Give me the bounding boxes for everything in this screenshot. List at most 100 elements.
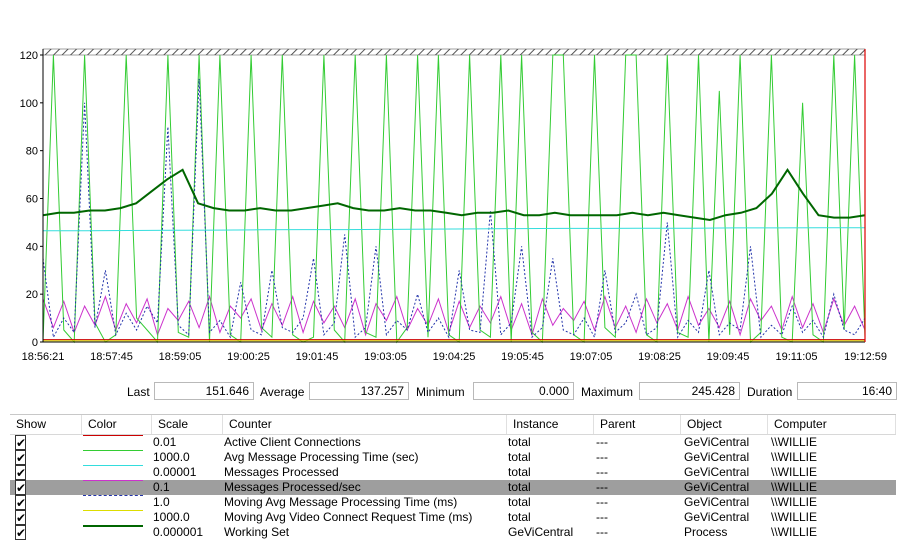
- legend-instance-cell: GeViCentral: [508, 525, 574, 539]
- color-swatch: [83, 450, 143, 466]
- legend-parent-cell: ---: [596, 450, 608, 464]
- legend-counter-cell: Working Set: [224, 525, 290, 539]
- legend-instance-cell: total: [508, 480, 531, 494]
- last-label: Last: [127, 385, 150, 399]
- legend-header: Show Color Scale Counter Instance Parent…: [10, 415, 896, 435]
- x-tick-label: 18:57:45: [90, 351, 133, 363]
- legend-scale-cell: 1000.0: [153, 450, 190, 464]
- legend-counter-cell: Messages Processed/sec: [224, 480, 361, 494]
- legend-counter-cell: Avg Message Processing Time (sec): [224, 450, 419, 464]
- legend-scale-cell: 0.01: [153, 435, 177, 449]
- col-counter[interactable]: Counter: [223, 415, 507, 434]
- x-ticks: 18:56:21 18:57:45 18:59:05 19:00:25 19:01:45…: [22, 351, 887, 363]
- show-checkbox[interactable]: ✔: [15, 495, 26, 510]
- legend-computer-cell: \\WILLIE: [771, 480, 818, 494]
- duration-label: Duration: [747, 385, 793, 399]
- y-tick-label: 80: [26, 146, 38, 158]
- x-tick-label: 19:01:45: [296, 351, 339, 363]
- show-checkbox[interactable]: ✔: [15, 480, 26, 495]
- legend-row[interactable]: ✔ 0.000001 Working Set GeViCentral --- Proces…: [10, 525, 896, 540]
- color-swatch: [83, 525, 143, 542]
- x-tick-label: 19:09:45: [707, 351, 750, 363]
- y-tick-label: 0: [32, 337, 38, 349]
- y-tick-label: 100: [20, 98, 38, 110]
- y-tick-label: 40: [26, 241, 38, 253]
- legend-computer-cell: \\WILLIE: [771, 465, 818, 479]
- average-label: Average: [260, 385, 305, 399]
- legend-instance-cell: total: [508, 495, 531, 509]
- legend-row[interactable]: ✔ 0.01 Active Client Connections total --- Ge…: [10, 435, 896, 450]
- legend-computer-cell: \\WILLIE: [771, 525, 818, 539]
- legend-object-cell: GeViCentral: [684, 435, 750, 449]
- legend-scale-cell: 0.00001: [153, 465, 197, 479]
- legend-parent-cell: ---: [596, 435, 608, 449]
- color-swatch: [83, 495, 143, 511]
- legend-computer-cell: \\WILLIE: [771, 435, 818, 449]
- color-swatch: [83, 435, 143, 451]
- legend-counter-cell: Moving Avg Video Connect Request Time (m…: [224, 510, 473, 524]
- legend-object-cell: Process: [684, 525, 728, 539]
- counter-legend: Show Color Scale Counter Instance Parent…: [10, 414, 896, 553]
- legend-parent-cell: ---: [596, 495, 608, 509]
- show-checkbox[interactable]: ✔: [15, 450, 26, 465]
- x-tick-label: 19:05:45: [501, 351, 544, 363]
- legend-instance-cell: total: [508, 465, 531, 479]
- y-tick-label: 20: [26, 289, 38, 301]
- col-show[interactable]: Show: [10, 415, 82, 434]
- legend-computer-cell: \\WILLIE: [771, 510, 818, 524]
- col-parent[interactable]: Parent: [594, 415, 681, 434]
- average-value: 137.257: [309, 382, 409, 400]
- color-swatch: [83, 510, 143, 526]
- legend-scale-cell: 1.0: [153, 495, 170, 509]
- legend-row[interactable]: ✔ 1000.0 Moving Avg Video Connect Request …: [10, 510, 896, 525]
- show-checkbox[interactable]: ✔: [15, 465, 26, 480]
- legend-parent-cell: ---: [596, 510, 608, 524]
- legend-counter-cell: Messages Processed: [224, 465, 339, 479]
- y-ticks: 120 100 80 60 40 20 0: [20, 50, 43, 349]
- x-tick-label: 19:03:05: [364, 351, 407, 363]
- col-object[interactable]: Object: [681, 415, 768, 434]
- col-computer[interactable]: Computer: [768, 415, 896, 434]
- legend-object-cell: GeViCentral: [684, 465, 750, 479]
- y-tick-label: 60: [26, 194, 38, 206]
- minimum-value: 0.000: [473, 382, 574, 400]
- x-tick-label: 19:11:05: [775, 351, 817, 363]
- show-checkbox[interactable]: ✔: [15, 435, 26, 450]
- x-tick-label: 18:56:21: [22, 351, 65, 363]
- col-scale[interactable]: Scale: [152, 415, 223, 434]
- legend-row[interactable]: ✔ 1.0 Moving Avg Message Processing Time (…: [10, 495, 896, 510]
- x-tick-label: 19:08:25: [638, 351, 681, 363]
- x-tick-label: 19:12:59: [844, 351, 887, 363]
- legend-object-cell: GeViCentral: [684, 510, 750, 524]
- x-tick-label: 19:04:25: [433, 351, 476, 363]
- legend-object-cell: GeViCentral: [684, 450, 750, 464]
- legend-scale-cell: 0.000001: [153, 525, 204, 539]
- color-swatch: [83, 480, 143, 496]
- color-swatch: [83, 465, 143, 481]
- legend-object-cell: GeViCentral: [684, 480, 750, 494]
- stats-bar: Last 151.646 Average 137.257 Minimum 0.0…: [0, 381, 905, 403]
- maximum-label: Maximum: [581, 385, 634, 399]
- performance-graph[interactable]: 120 100 80 60 40 20 0 18:56:21 18:57:45 18:59:05…: [0, 40, 905, 370]
- show-checkbox[interactable]: ✔: [15, 510, 26, 525]
- legend-row[interactable]: ✔ 0.1 Messages Processed/sec total --- GeViCe…: [10, 480, 896, 495]
- legend-counter-cell: Moving Avg Message Processing Time (ms): [224, 495, 458, 509]
- legend-parent-cell: ---: [596, 480, 608, 494]
- legend-counter-cell: Active Client Connections: [224, 435, 361, 449]
- legend-object-cell: GeViCentral: [684, 495, 750, 509]
- legend-instance-cell: total: [508, 450, 531, 464]
- minimum-label: Minimum: [416, 385, 465, 399]
- legend-row[interactable]: ✔ 1000.0 Avg Message Processing Time (sec)…: [10, 450, 896, 465]
- col-instance[interactable]: Instance: [507, 415, 594, 434]
- legend-parent-cell: ---: [596, 465, 608, 479]
- legend-scale-cell: 0.1: [153, 480, 170, 494]
- col-color[interactable]: Color: [82, 415, 152, 434]
- legend-row[interactable]: ✔ 0.00001 Messages Processed total --- GeViCe…: [10, 465, 896, 480]
- duration-value: 16:40: [797, 382, 897, 400]
- legend-computer-cell: \\WILLIE: [771, 450, 818, 464]
- last-value: 151.646: [154, 382, 254, 400]
- legend-instance-cell: total: [508, 435, 531, 449]
- y-tick-label: 120: [20, 50, 38, 62]
- x-tick-label: 18:59:05: [159, 351, 202, 363]
- show-checkbox[interactable]: ✔: [15, 525, 26, 540]
